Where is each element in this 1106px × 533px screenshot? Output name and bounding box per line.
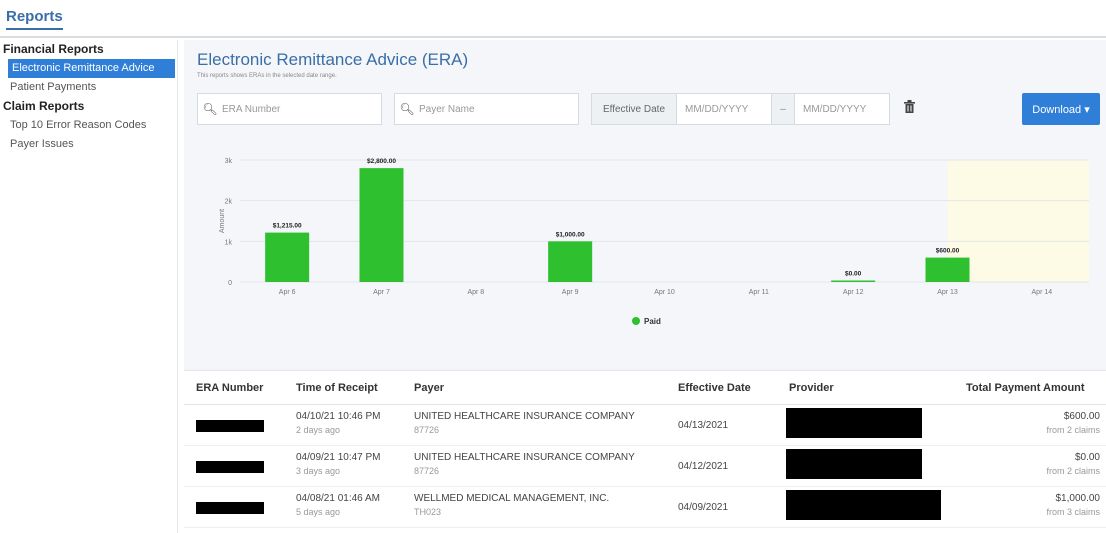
receipt-time: 04/09/21 10:47 PM (296, 452, 381, 463)
receipt-ago: 3 days ago (296, 466, 341, 476)
col-payer[interactable]: Payer (414, 382, 444, 394)
payer-name: UNITED HEALTHCARE INSURANCE COMPANY (414, 452, 635, 463)
financial-reports-heading: Financial Reports (3, 42, 104, 56)
claim-count: from 2 claims (1046, 425, 1100, 435)
bar-data-label: $600.00 (936, 248, 960, 255)
page-title: Electronic Remittance Advice (ERA) (197, 50, 469, 69)
legend-label: Paid (644, 317, 661, 326)
payment-amount: $0.00 (1074, 452, 1100, 463)
x-tick-label: Apr 11 (749, 289, 769, 296)
era-search-input[interactable]: ERA Number (222, 104, 280, 115)
col-total-payment[interactable]: Total Payment Amount (966, 382, 1085, 394)
table-row[interactable]: 04/08/21 01:46 AM 5 days ago WELLMED MED… (184, 487, 1106, 528)
date-separator: – (772, 93, 794, 125)
sidebar-item-top-error-codes[interactable]: Top 10 Error Reason Codes (0, 116, 177, 135)
table-row[interactable]: 04/10/21 10:46 PM 2 days ago UNITED HEAL… (184, 405, 1106, 446)
redacted-provider (786, 449, 922, 479)
payer-search-field[interactable]: 🔍︎ Payer Name (394, 93, 579, 125)
effective-date-label: Effective Date (591, 93, 677, 125)
era-chart: 0 1k 2k 3k Amount $1,215.00 Apr 6 $2,800.00 Apr … (184, 140, 1106, 370)
receipt-time: 04/10/21 10:46 PM (296, 411, 381, 422)
sidebar-item-patient-payments[interactable]: Patient Payments (0, 78, 177, 97)
date-from-field[interactable]: MM/DD/YYYY (676, 93, 772, 125)
sidebar: Financial Reports Electronic Remittance … (0, 40, 178, 533)
x-tick-label: Apr 9 (562, 289, 579, 296)
top-bar: Reports (0, 0, 1106, 38)
y-tick-label: 1k (225, 239, 233, 246)
bar-data-label: $1,215.00 (273, 223, 302, 230)
trash-icon[interactable] (904, 100, 915, 116)
payer-name: UNITED HEALTHCARE INSURANCE COMPANY (414, 411, 635, 422)
payer-id: 87726 (414, 425, 440, 435)
payment-amount: $600.00 (1063, 411, 1100, 422)
page-subtitle: This reports shows ERAs in the selected … (197, 73, 337, 79)
col-effective-date[interactable]: Effective Date (678, 382, 751, 394)
redacted-era-number (196, 461, 264, 473)
date-to-input[interactable]: MM/DD/YYYY (803, 104, 866, 115)
download-button[interactable]: Download ▾ (1022, 93, 1100, 125)
report-header: Electronic Remittance Advice (ERA) This … (184, 40, 1106, 370)
x-tick-label: Apr 10 (654, 289, 675, 296)
main-content: Electronic Remittance Advice (ERA) This … (184, 40, 1106, 533)
payment-amount: $1,000.00 (1055, 493, 1101, 504)
x-tick-label: Apr 12 (843, 289, 864, 296)
y-axis-label: Amount (219, 209, 226, 233)
payer-search-input[interactable]: Payer Name (419, 104, 475, 115)
redacted-era-number (196, 420, 264, 432)
table-row[interactable]: 04/09/21 10:47 PM 3 days ago UNITED HEAL… (184, 446, 1106, 487)
bar-data-label: $0.00 (845, 271, 862, 278)
claim-count: from 2 claims (1046, 466, 1100, 476)
date-from-input[interactable]: MM/DD/YYYY (685, 104, 748, 115)
redacted-era-number (196, 502, 264, 514)
receipt-time: 04/08/21 01:46 AM (296, 493, 380, 504)
search-icon: 🔍︎ (202, 102, 218, 116)
effective-date: 04/09/2021 (678, 502, 729, 513)
era-search-field[interactable]: 🔍︎ ERA Number (197, 93, 382, 125)
sidebar-item-payer-issues[interactable]: Payer Issues (0, 135, 177, 154)
y-tick-label: 0 (228, 280, 232, 287)
x-tick-label: Apr 14 (1032, 289, 1053, 296)
payer-id: 87726 (414, 466, 440, 476)
y-tick-label: 3k (225, 158, 233, 165)
x-tick-label: Apr 7 (373, 289, 390, 296)
reports-tab[interactable]: Reports (6, 8, 63, 30)
legend-marker (632, 317, 640, 325)
chart-svg: 0 1k 2k 3k Amount $1,215.00 Apr 6 $2,800.00 Apr … (219, 158, 1089, 326)
bar-data-label: $1,000.00 (556, 231, 585, 238)
era-table: ERA Number Time of Receipt Payer Effecti… (184, 370, 1106, 533)
payer-id: TH023 (414, 507, 442, 517)
date-to-field[interactable]: MM/DD/YYYY (794, 93, 890, 125)
bar (359, 168, 404, 282)
col-time-of-receipt[interactable]: Time of Receipt (296, 382, 378, 394)
redacted-provider (786, 408, 922, 438)
table-header: ERA Number Time of Receipt Payer Effecti… (184, 371, 1106, 405)
x-tick-label: Apr 8 (467, 289, 484, 296)
effective-date: 04/13/2021 (678, 420, 729, 431)
bar (831, 280, 876, 282)
bar (925, 257, 970, 282)
bar-data-label: $2,800.00 (367, 158, 396, 165)
bar (265, 232, 310, 282)
claim-reports-heading: Claim Reports (3, 99, 85, 113)
receipt-ago: 5 days ago (296, 507, 341, 517)
y-tick-label: 2k (225, 199, 233, 206)
payer-name: WELLMED MEDICAL MANAGEMENT, INC. (414, 493, 610, 504)
col-provider[interactable]: Provider (789, 382, 834, 394)
x-tick-label: Apr 13 (937, 289, 958, 296)
sidebar-item-era[interactable]: Electronic Remittance Advice (8, 59, 175, 78)
bar (548, 241, 593, 282)
effective-date: 04/12/2021 (678, 461, 729, 472)
x-tick-label: Apr 6 (279, 289, 296, 296)
redacted-provider (786, 490, 941, 520)
receipt-ago: 2 days ago (296, 425, 341, 435)
col-era-number[interactable]: ERA Number (196, 382, 263, 394)
claim-count: from 3 claims (1046, 507, 1100, 517)
search-icon: 🔍︎ (399, 102, 415, 116)
